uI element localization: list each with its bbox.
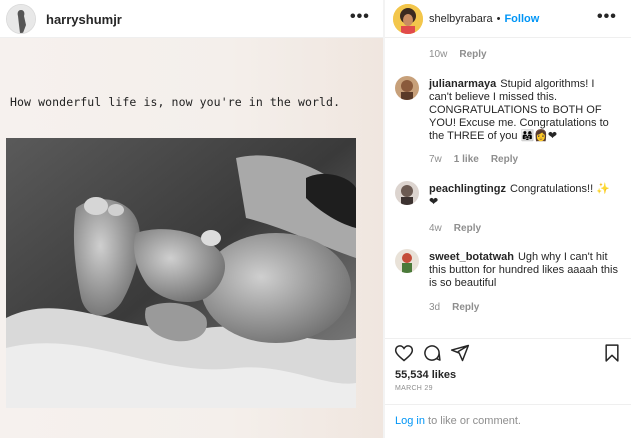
post-actions: 55,534 likes MARCH 29 Log in to like or … xyxy=(385,338,631,438)
post-photo[interactable]: How wonderful life is, now you're in the… xyxy=(0,38,383,438)
separator-dot: • xyxy=(496,13,501,25)
comment-body: sweet_botatwah Ugh why I can't hit this b… xyxy=(429,251,619,290)
more-dots-icon[interactable]: ••• xyxy=(597,8,617,26)
comment-icon[interactable] xyxy=(422,343,442,368)
commenter-username[interactable]: shelbyrabara xyxy=(429,13,493,25)
baby-feet-image xyxy=(6,138,356,408)
login-prompt-text: to like or comment. xyxy=(424,415,521,427)
share-icon[interactable] xyxy=(450,343,470,368)
more-dots-icon[interactable]: ••• xyxy=(350,8,370,26)
comment-time: 10w xyxy=(429,49,448,60)
commenter-avatar[interactable] xyxy=(395,76,419,100)
comment-time: 7w xyxy=(429,154,442,165)
comments-list: 10w Reply julianarmaya Stupid algorithms!… xyxy=(385,38,631,338)
post-date: MARCH 29 xyxy=(395,385,433,392)
reply-button[interactable]: Reply xyxy=(459,49,486,60)
post-author-username[interactable]: harryshumjr xyxy=(46,12,122,27)
comment-time: 4w xyxy=(429,223,442,234)
post-header: harryshumjr xyxy=(0,0,383,38)
reply-button[interactable]: Reply xyxy=(452,302,479,313)
login-prompt: Log in to like or comment. xyxy=(385,404,631,439)
comment-username[interactable]: peachlingtingz xyxy=(429,183,506,195)
comment-likes[interactable]: 1 like xyxy=(454,154,479,165)
comment-time: 3d xyxy=(429,302,441,313)
reply-button[interactable]: Reply xyxy=(491,154,518,165)
post-author-avatar[interactable] xyxy=(6,4,36,34)
commenter-avatar[interactable] xyxy=(393,4,423,34)
comment-body: julianarmaya Stupid algorithms! I can't b… xyxy=(429,78,619,143)
heart-icon[interactable] xyxy=(394,343,414,368)
login-link[interactable]: Log in xyxy=(395,415,425,427)
comment-username[interactable]: sweet_botatwah xyxy=(429,251,514,263)
comment-panel-header: shelbyrabara • Follow xyxy=(385,0,631,38)
reply-button[interactable]: Reply xyxy=(454,223,481,234)
bookmark-icon[interactable] xyxy=(602,343,622,368)
comment-username[interactable]: julianarmaya xyxy=(429,78,496,90)
photo-caption-text: How wonderful life is, now you're in the… xyxy=(10,95,341,109)
comment-body: peachlingtingz Congratulations!! ✨❤ xyxy=(429,183,619,209)
follow-button[interactable]: Follow xyxy=(504,13,539,25)
likes-count[interactable]: 55,534 likes xyxy=(395,369,456,381)
commenter-avatar[interactable] xyxy=(395,181,419,205)
commenter-avatar[interactable] xyxy=(395,249,419,273)
